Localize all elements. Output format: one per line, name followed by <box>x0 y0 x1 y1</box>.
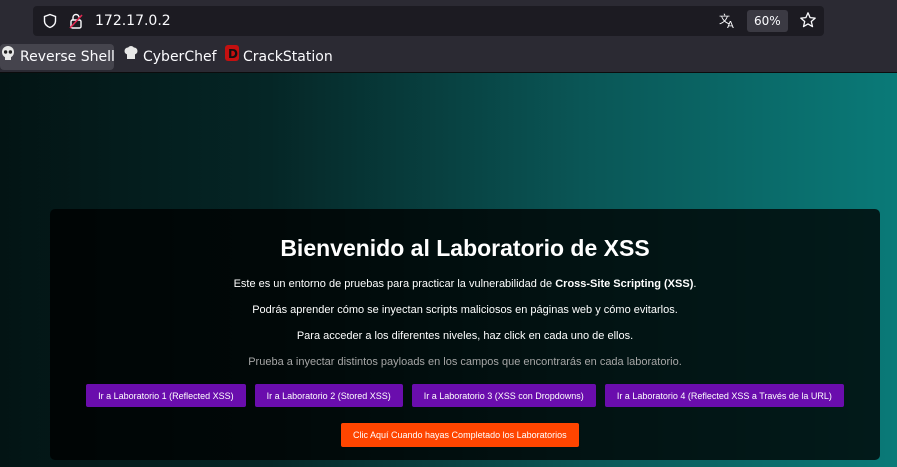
bookmark-label: Reverse Shell <box>20 49 115 65</box>
intro-prefix: Este es un entorno de pruebas para pract… <box>233 278 556 290</box>
hint-text: Prueba a inyectar distintos payloads en … <box>248 356 682 368</box>
lab-4-button[interactable]: Ir a Laboratorio 4 (Reflected XSS a Trav… <box>604 384 844 407</box>
intro-text: Este es un entorno de pruebas para pract… <box>50 278 880 290</box>
url-text[interactable]: 172.17.0.2 <box>95 13 171 29</box>
lab-buttons: Ir a Laboratorio 1 (Reflected XSS) Ir a … <box>50 384 880 407</box>
bookmark-cyberchef[interactable]: CyberChef <box>123 44 217 70</box>
svg-text:D: D <box>228 47 238 61</box>
page-background: Bienvenido al Laboratorio de XSS Este es… <box>0 73 897 467</box>
intro-suffix: . <box>693 278 697 290</box>
bookmarks-toolbar: Reverse Shell CyberChef D CrackStation <box>0 42 897 73</box>
address-bar[interactable]: 172.17.0.2 文A 60% <box>33 6 824 36</box>
lab-2-button[interactable]: Ir a Laboratorio 2 (Stored XSS) <box>254 384 403 407</box>
crackstation-d-icon: D <box>225 44 239 70</box>
completed-labs-button[interactable]: Clic Aquí Cuando hayas Completado los La… <box>341 423 579 447</box>
lab-3-button[interactable]: Ir a Laboratorio 3 (XSS con Dropdowns) <box>411 384 596 407</box>
shield-icon[interactable] <box>42 13 58 34</box>
bookmark-reverse-shell[interactable]: Reverse Shell <box>0 44 115 70</box>
lab-1-button[interactable]: Ir a Laboratorio 1 (Reflected XSS) <box>86 384 246 407</box>
svg-text:A: A <box>727 20 734 30</box>
access-text: Para acceder a los diferentes niveles, h… <box>296 330 634 342</box>
bookmark-label: CrackStation <box>243 49 333 65</box>
bookmark-label: CyberChef <box>143 49 217 65</box>
chef-hat-icon <box>123 44 139 70</box>
page-title: Bienvenido al Laboratorio de XSS <box>280 235 650 261</box>
bookmark-crackstation[interactable]: D CrackStation <box>225 44 333 70</box>
insecure-lock-icon[interactable] <box>68 12 84 35</box>
bookmark-star-icon[interactable] <box>799 11 817 34</box>
skull-icon <box>0 44 16 70</box>
intro-strong: Cross-Site Scripting (XSS) <box>555 278 694 290</box>
browser-toolbar: 172.17.0.2 文A 60% <box>0 0 897 42</box>
welcome-card: Bienvenido al Laboratorio de XSS Este es… <box>50 209 880 460</box>
translate-icon[interactable]: 文A <box>719 12 737 33</box>
zoom-level-badge[interactable]: 60% <box>747 10 788 32</box>
learn-text: Podrás aprender cómo se inyectan scripts… <box>252 304 678 316</box>
